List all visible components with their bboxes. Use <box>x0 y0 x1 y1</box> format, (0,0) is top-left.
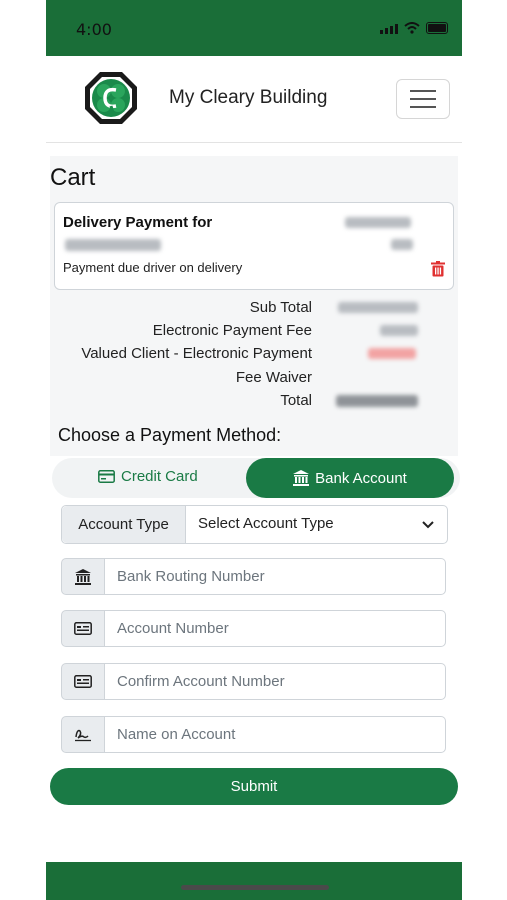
subtotal-label: Sub Total <box>249 299 312 316</box>
redacted-total-value <box>336 395 418 407</box>
name-on-account-input[interactable]: Name on Account <box>105 716 446 753</box>
confirm-account-input[interactable]: Confirm Account Number <box>105 663 446 700</box>
cart-item-note: Payment due driver on delivery <box>63 260 243 275</box>
payment-method-heading: Choose a Payment Method: <box>58 425 282 445</box>
tab-credit-card[interactable]: Credit Card <box>98 468 198 485</box>
hamburger-line <box>410 98 436 100</box>
cart-title: Cart <box>50 164 96 191</box>
account-number-group: Account Number <box>61 610 446 647</box>
bank-icon <box>75 568 91 585</box>
confirm-addon <box>61 663 105 700</box>
account-number-input[interactable]: Account Number <box>105 610 446 647</box>
redacted-fee-value <box>380 325 418 336</box>
name-addon <box>61 716 105 753</box>
wifi-icon <box>404 22 420 34</box>
tab-credit-card-label: Credit Card <box>121 468 198 485</box>
signal-icon <box>380 24 398 34</box>
id-card-icon <box>74 622 92 635</box>
battery-icon <box>426 22 448 34</box>
waiver-label-line1: Valued Client - Electronic Payment <box>81 345 312 362</box>
signature-icon <box>75 729 91 741</box>
account-addon <box>61 610 105 647</box>
tab-bank-account[interactable]: Bank Account <box>246 458 454 498</box>
home-indicator[interactable] <box>181 885 329 890</box>
account-type-value: Select Account Type <box>198 515 334 532</box>
redacted-order-number <box>65 239 161 251</box>
redacted-item-price <box>345 217 411 228</box>
status-time: 4:00 <box>76 20 112 39</box>
cart-item-card: Delivery Payment for Payment due driver … <box>54 202 454 290</box>
chevron-down-icon <box>422 521 434 529</box>
clover-logo-icon <box>85 72 137 124</box>
credit-card-icon <box>98 470 115 483</box>
hamburger-menu-button[interactable] <box>396 79 450 119</box>
confirm-account-group: Confirm Account Number <box>61 663 446 700</box>
routing-addon <box>61 558 105 595</box>
name-on-account-group: Name on Account <box>61 716 446 753</box>
status-bar: 4:00 <box>46 0 462 56</box>
cart-item-title: Delivery Payment for <box>63 214 213 231</box>
fee-label: Electronic Payment Fee <box>152 322 312 339</box>
hamburger-line <box>410 106 436 108</box>
phone-screen: 4:00 My Cleary Building Cart Delivery Pa… <box>46 0 462 900</box>
total-label: Total <box>280 392 312 409</box>
redacted-waiver-value <box>368 348 416 359</box>
waiver-label-line2: Fee Waiver <box>235 369 312 386</box>
trash-icon[interactable] <box>431 261 445 277</box>
bank-icon <box>293 470 310 486</box>
tab-bank-account-label: Bank Account <box>315 469 407 487</box>
status-icons <box>380 22 448 34</box>
routing-number-group: Bank Routing Number <box>61 558 446 595</box>
account-type-select[interactable]: Account Type Select Account Type <box>61 505 448 544</box>
routing-number-input[interactable]: Bank Routing Number <box>105 558 446 595</box>
id-card-icon <box>74 675 92 688</box>
redacted-item-cents <box>391 239 413 250</box>
submit-button[interactable]: Submit <box>50 768 458 805</box>
hamburger-line <box>410 90 436 92</box>
bottom-bar <box>46 862 462 900</box>
redacted-subtotal-value <box>338 302 418 313</box>
account-type-label: Account Type <box>62 506 186 543</box>
app-title: My Cleary Building <box>169 87 328 108</box>
